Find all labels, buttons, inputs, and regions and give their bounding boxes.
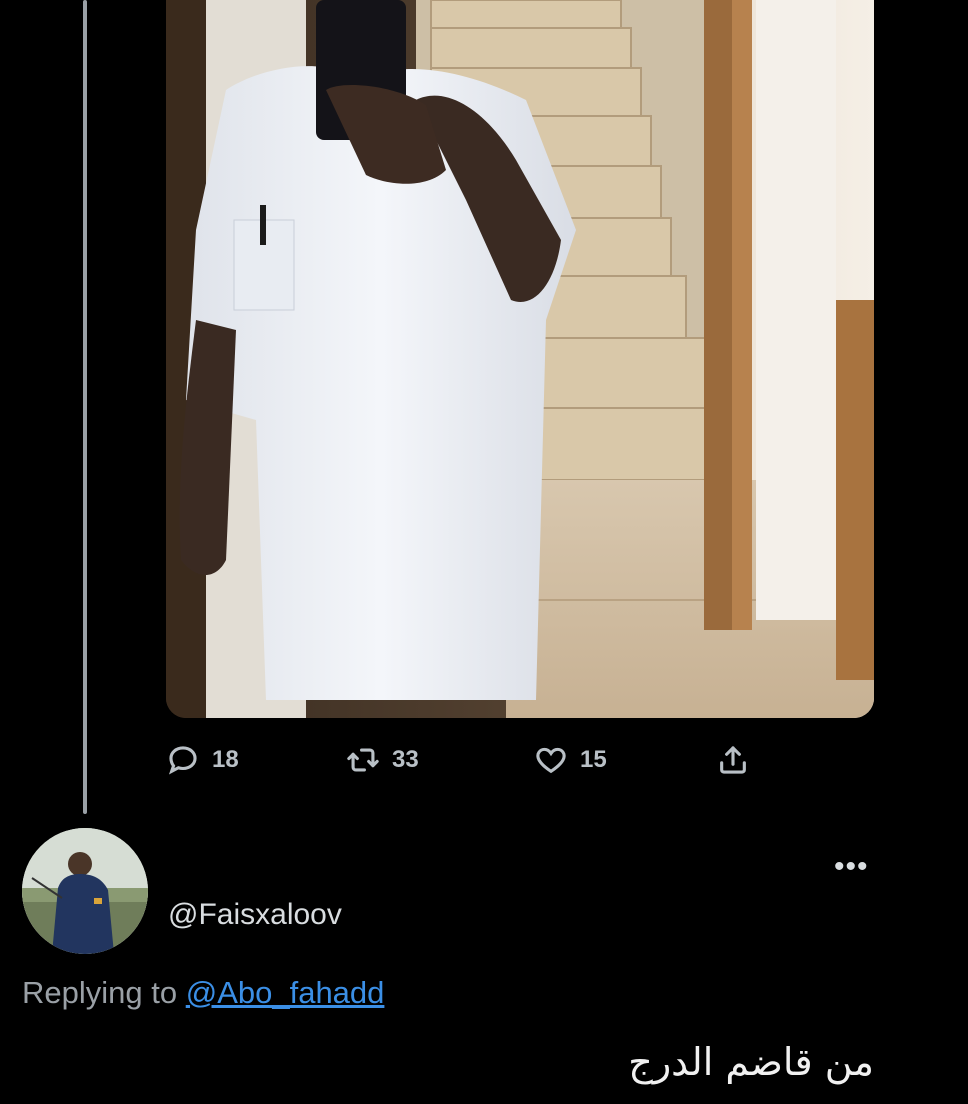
reply-author-handle[interactable]: @Faisxaloov bbox=[168, 898, 342, 932]
heart-icon bbox=[536, 747, 566, 774]
thread-connector-line bbox=[83, 0, 87, 814]
reply-tweet-text: من قاضم الدرج bbox=[628, 1040, 874, 1084]
share-button[interactable] bbox=[716, 738, 750, 782]
replying-prefix: Replying to bbox=[22, 975, 178, 1010]
like-count: 15 bbox=[580, 746, 607, 773]
retweet-count: 33 bbox=[392, 746, 419, 773]
speech-bubble-icon bbox=[168, 746, 197, 775]
retweet-arrows-icon bbox=[347, 748, 379, 772]
reply-button[interactable]: 18 bbox=[166, 738, 239, 782]
replying-to-link[interactable]: @Abo_fahadd bbox=[186, 975, 385, 1010]
tweet-action-bar: 18 33 15 bbox=[0, 738, 968, 782]
like-button[interactable]: 15 bbox=[534, 738, 607, 782]
replying-to-line: Replying to @Abo_fahadd bbox=[22, 975, 384, 1011]
more-options-icon[interactable]: ••• bbox=[834, 852, 869, 882]
retweet-button[interactable]: 33 bbox=[346, 738, 419, 782]
reply-count: 18 bbox=[212, 746, 239, 773]
share-upload-icon bbox=[720, 746, 746, 774]
tweet-media-photo[interactable] bbox=[166, 0, 874, 718]
avatar[interactable] bbox=[22, 828, 148, 954]
